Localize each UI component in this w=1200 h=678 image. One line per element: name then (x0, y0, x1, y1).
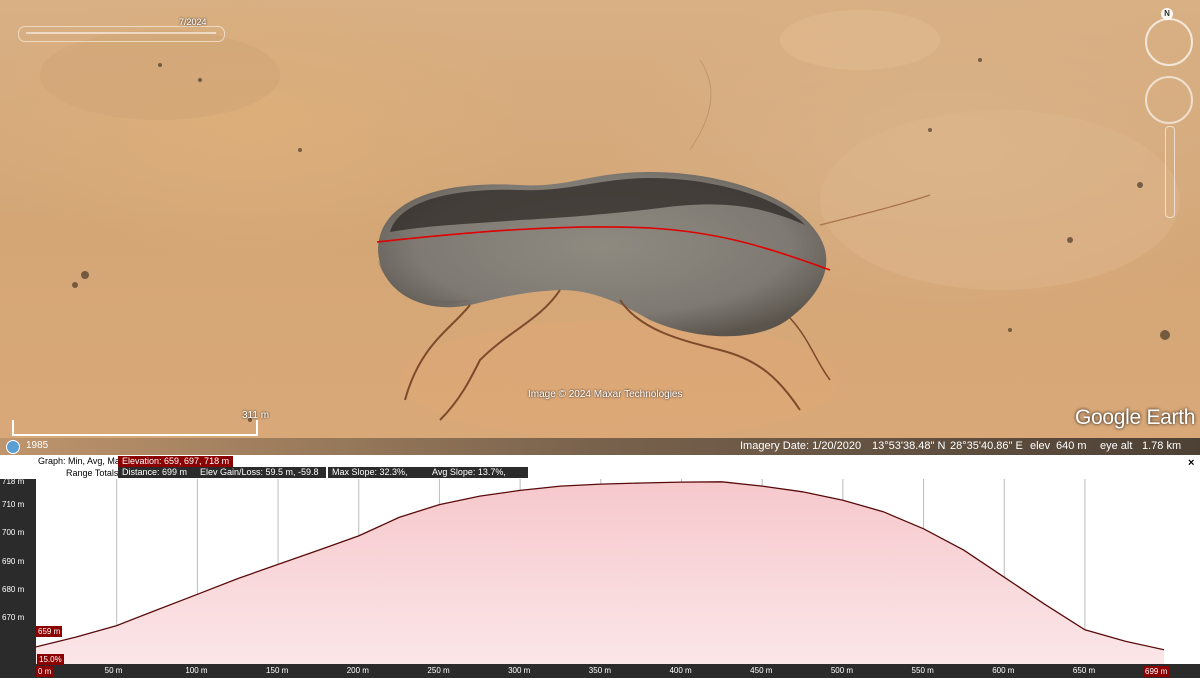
x-tick-label: 450 m (750, 666, 773, 675)
look-joystick-icon[interactable] (1145, 76, 1193, 124)
profile-header: Graph: Min, Avg, Max Elevation: 659, 697… (0, 455, 1200, 488)
compass-icon[interactable] (1145, 18, 1193, 66)
eye-alt-label: eye alt (1100, 440, 1133, 452)
slider-track (26, 32, 216, 34)
elev-value: 640 m (1056, 440, 1087, 452)
elevation-stats: Elevation: 659, 697, 718 m (118, 456, 234, 467)
elev-label: elev (1030, 440, 1051, 452)
x-tick-label: 350 m (588, 666, 612, 675)
imagery-copyright: Image © 2024 Maxar Technologies (528, 389, 683, 400)
elevation-profile-chart[interactable] (36, 479, 1164, 664)
terrain-imagery (40, 10, 1180, 440)
scale-label: 311 m (242, 410, 270, 421)
x-tick-label: 150 m (266, 666, 289, 675)
x-tick-label: 50 m (104, 666, 123, 675)
x-tick-label: 500 m (830, 666, 854, 675)
y-tick-label: 690 m (2, 556, 25, 566)
y-tick-label: 710 m (2, 499, 25, 509)
start-elevation-flag: 659 m (36, 626, 63, 637)
close-icon[interactable]: × (1188, 457, 1194, 469)
graph-label: Graph: Min, Avg, Max (38, 456, 125, 466)
distance-stat: Distance: 699 m (118, 467, 198, 478)
y-tick-label: 670 m (2, 613, 25, 623)
x-tick-label: 100 m (185, 666, 208, 675)
x-tick-label: 400 m (669, 666, 692, 675)
x-tick-label: 650 m (1072, 666, 1096, 675)
year-icon[interactable] (6, 440, 20, 454)
range-totals-label: Range Totals: (66, 468, 121, 478)
navigation-controls[interactable]: N (1143, 8, 1195, 218)
start-distance-flag: 0 m (36, 666, 54, 677)
x-tick-label: 550 m (911, 666, 934, 675)
status-bar: 1985 Imagery Date: 1/20/2020 13°53'38.48… (0, 438, 1200, 455)
north-label[interactable]: N (1161, 8, 1173, 20)
longitude: 28°35'40.86" E (950, 440, 1023, 452)
latitude: 13°53'38.48" N (872, 440, 946, 452)
eye-alt-value: 1.78 km (1142, 440, 1182, 452)
historical-imagery-slider[interactable] (18, 26, 225, 42)
y-tick-label: 680 m (2, 585, 25, 594)
year-label: 1985 (26, 440, 49, 451)
y-tick-label: 700 m (2, 528, 25, 538)
end-distance-flag: 699 m (1143, 666, 1170, 677)
x-tick-label: 600 m (992, 666, 1015, 675)
elevation-profile-panel: Graph: Min, Avg, Max Elevation: 659, 697… (0, 455, 1200, 678)
x-tick-label: 250 m (427, 666, 450, 675)
x-tick-label: 300 m (508, 666, 531, 675)
x-tick-label: 200 m (346, 666, 369, 675)
zoom-slider-icon[interactable] (1165, 126, 1175, 218)
slope-flag: 15.0% (37, 654, 64, 665)
y-tick-label: 718 m (2, 476, 25, 486)
scale-bar (12, 420, 258, 436)
avg-slope-stat: Avg Slope: 13.7%, -21.2% (428, 467, 528, 488)
satellite-map-view[interactable]: 7/2024 N 311 m Image © 2024 Maxar Techno… (0, 0, 1200, 455)
imagery-date: Imagery Date: 1/20/2020 (740, 440, 862, 452)
google-earth-logo: Google Earth (1075, 406, 1196, 429)
slider-date-label: 7/2024 (179, 17, 207, 27)
gain-loss-stat: Elev Gain/Loss: 59.5 m, -59.8 m (196, 467, 326, 488)
max-slope-stat: Max Slope: 32.3%, -40.4% (328, 467, 428, 488)
